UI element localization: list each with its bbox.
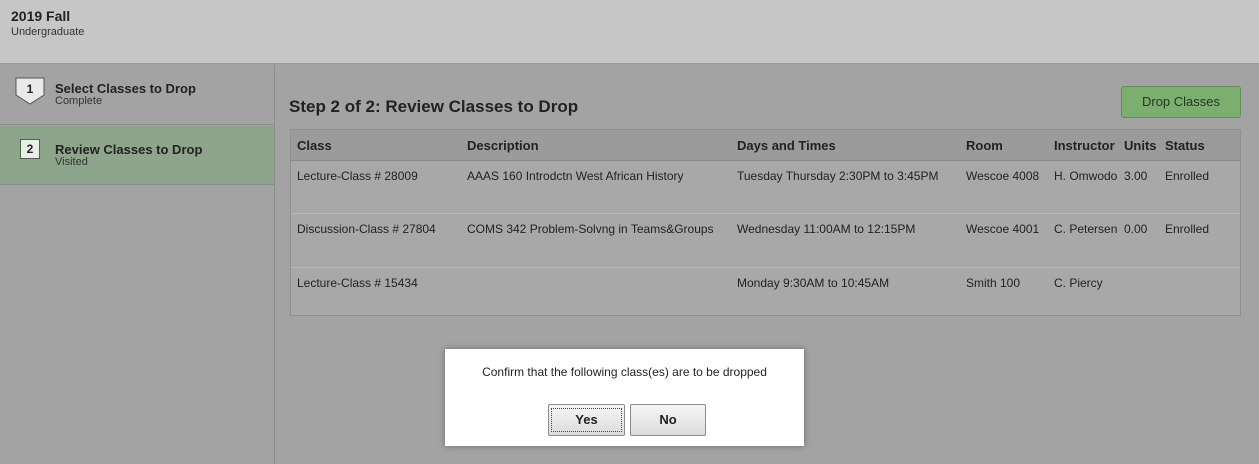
table-row: Lecture-Class # 28009 AAAS 160 Introdctn… (291, 160, 1240, 214)
dialog-message: Confirm that the following class(es) are… (482, 365, 767, 379)
step-title: Select Classes to Drop (55, 81, 196, 96)
table-header-row: Class Description Days and Times Room In… (291, 130, 1240, 161)
column-header-units: Units (1118, 130, 1159, 161)
column-header-room: Room (960, 130, 1048, 161)
status-cell: Enrolled (1159, 213, 1240, 268)
table-row: Discussion-Class # 27804 COMS 342 Proble… (291, 213, 1240, 268)
days-times-cell: Monday 9:30AM to 10:45AM (737, 276, 890, 290)
room-cell: Smith 100 (966, 276, 1021, 290)
room-cell: Wescoe 4001 (960, 213, 1048, 268)
step-sidebar: 1 Select Classes to Drop Complete 2 Revi… (0, 65, 275, 464)
class-cell: Lecture-Class # 28009 (291, 160, 461, 214)
term-title: 2019 Fall (11, 8, 71, 24)
term-header: 2019 Fall Undergraduate (0, 0, 1259, 64)
units-cell: 3.00 (1118, 160, 1159, 214)
step-status: Complete (55, 95, 103, 107)
step-status: Visited (55, 156, 88, 168)
step-review-classes[interactable]: 2 Review Classes to Drop Visited (0, 126, 274, 185)
description-cell: COMS 342 Problem-Solvng in Teams&Groups (461, 213, 731, 268)
days-times-cell: Wednesday 11:00AM to 12:15PM (731, 213, 960, 268)
confirm-drop-dialog: Confirm that the following class(es) are… (445, 349, 804, 446)
instructor-cell: C. Petersen (1048, 213, 1118, 268)
days-times-cell: Tuesday Thursday 2:30PM to 3:45PM (731, 160, 960, 214)
career-label: Undergraduate (11, 26, 85, 38)
table-row: Lecture-Class # 15434 Monday 9:30AM to 1… (291, 268, 1240, 324)
column-header-instructor: Instructor (1048, 130, 1118, 161)
instructor-cell: H. Omwodo (1048, 160, 1118, 214)
no-button[interactable]: No (630, 404, 706, 436)
description-cell (461, 268, 731, 324)
column-header-description: Description (461, 130, 731, 161)
room-cell: Wescoe 4008 (960, 160, 1048, 214)
step-select-classes[interactable]: 1 Select Classes to Drop Complete (0, 65, 274, 125)
class-cell: Lecture-Class # 15434 (297, 276, 418, 290)
status-cell: Enrolled (1159, 160, 1240, 214)
step-number: 1 (26, 82, 34, 96)
classes-table: Class Description Days and Times Room In… (290, 129, 1241, 316)
instructor-cell: C. Piercy (1054, 276, 1103, 290)
status-cell (1159, 268, 1240, 324)
units-cell: 0.00 (1118, 213, 1159, 268)
page-title: Step 2 of 2: Review Classes to Drop (289, 97, 579, 116)
column-header-days-times: Days and Times (731, 130, 960, 161)
drop-classes-button[interactable]: Drop Classes (1121, 86, 1241, 118)
units-cell (1118, 268, 1159, 324)
column-header-class: Class (291, 130, 461, 161)
description-cell: AAAS 160 Introdctn West African History (461, 160, 731, 214)
yes-button[interactable]: Yes (548, 404, 625, 436)
step-number: 2 (20, 139, 40, 159)
yes-button-label: Yes (551, 408, 622, 432)
class-cell: Discussion-Class # 27804 (291, 213, 461, 268)
column-header-status: Status (1159, 130, 1240, 161)
step-title: Review Classes to Drop (55, 142, 203, 157)
